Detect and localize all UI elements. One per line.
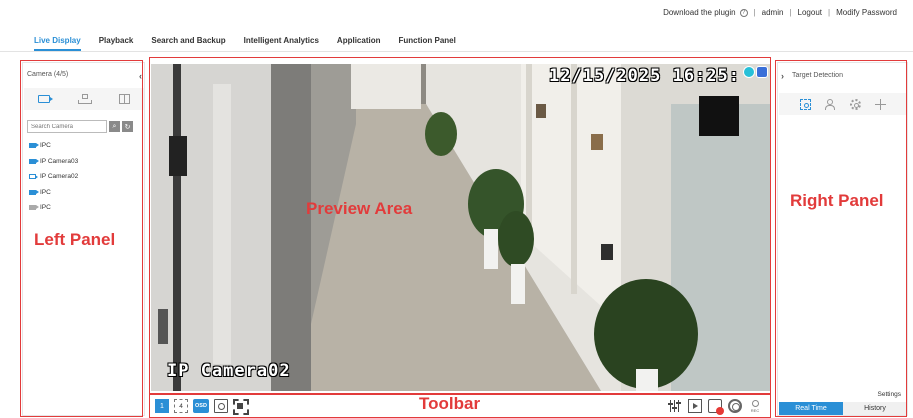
person-detection-icon[interactable] [825, 98, 836, 110]
camera-offline-icon [29, 205, 39, 211]
modify-password-link[interactable]: Modify Password [836, 8, 897, 17]
main-nav: Live Display Playback Search and Backup … [0, 28, 913, 52]
tab-playback[interactable]: Playback [99, 36, 134, 51]
camera-name: IP Camera03 [40, 157, 79, 165]
tab-history[interactable]: History [843, 402, 907, 415]
preview-area-annotation-label: Preview Area [306, 199, 413, 218]
camera-count-header: Camera (4/5) [27, 71, 69, 78]
osd-button[interactable]: OSD [193, 399, 209, 413]
toolbar-right: REC [668, 399, 762, 415]
camera-list-icon[interactable] [38, 95, 54, 103]
camera-list-item[interactable]: IP Camera03 [29, 154, 78, 170]
camera-list-item[interactable]: IPC [29, 200, 78, 216]
preview-area[interactable]: 12/15/2025 16:25: IP Camera02 [151, 64, 770, 391]
ptz-move-icon[interactable] [874, 98, 886, 110]
rec-label: REC [750, 408, 760, 413]
separator: | [828, 8, 831, 17]
camera-list-item[interactable]: IP Camera02 [29, 169, 78, 185]
top-links: Download the plugin ? | admin | Logout |… [663, 8, 897, 17]
separator: | [789, 8, 792, 17]
right-panel: › Target Detection Settings Real Time Hi… [777, 62, 908, 416]
search-status-icon [743, 66, 755, 78]
target-detection-header: Target Detection [792, 72, 843, 79]
tab-application[interactable]: Application [337, 36, 381, 51]
camera-name: IP Camera02 [40, 173, 79, 181]
top-bar: Download the plugin ? | admin | Logout |… [0, 0, 913, 26]
image-ratio-icon[interactable] [214, 399, 228, 413]
left-panel-annotation-label: Left Panel [34, 230, 116, 249]
osd-datetime: 12/15/2025 16:25: [549, 66, 740, 86]
tab-live-display[interactable]: Live Display [34, 36, 81, 51]
camera-feed-image [151, 64, 770, 391]
group-tree-icon[interactable] [78, 94, 93, 104]
single-screen-button[interactable]: 1 [155, 399, 169, 413]
osd-status-icons [743, 66, 768, 78]
help-icon[interactable]: ? [739, 8, 748, 17]
camera-list: IPC IP Camera03 IP Camera02 IPC IPC [29, 138, 78, 216]
right-panel-annotation-label: Right Panel [790, 191, 884, 210]
audio-icon[interactable] [688, 399, 702, 413]
four-screen-layout-button[interactable]: 4 [174, 399, 188, 413]
right-panel-icon-bar [779, 93, 907, 115]
camera-name: IPC [40, 188, 51, 196]
logout-link[interactable]: Logout [798, 8, 822, 17]
camera-status-icon [756, 66, 768, 78]
camera-name: IPC [40, 204, 51, 212]
camera-selected-icon [29, 174, 38, 180]
camera-list-item[interactable]: IPC [29, 138, 78, 154]
camera-list-item[interactable]: IPC [29, 185, 78, 201]
toolbar-annotation-label: Toolbar [419, 394, 481, 413]
right-panel-tabs: Real Time History [779, 402, 907, 415]
camera-search: ⌕ ↻ [27, 120, 133, 133]
camera-name: IPC [40, 142, 51, 150]
refresh-icon[interactable]: ↻ [122, 121, 133, 132]
toolbar-left: 1 4 OSD [155, 399, 247, 413]
separator: | [753, 8, 756, 17]
color-adjust-icon[interactable] [668, 399, 682, 413]
snapshot-all-icon[interactable] [728, 399, 742, 413]
left-panel-icon-bar [24, 88, 144, 110]
record-all-icon[interactable]: REC [748, 399, 762, 413]
search-camera-input[interactable] [27, 120, 107, 133]
camera-online-icon [29, 158, 39, 164]
view-icon[interactable] [118, 94, 130, 104]
settings-gear-icon[interactable] [849, 98, 861, 110]
tab-real-time[interactable]: Real Time [779, 402, 843, 415]
username-label: admin [761, 8, 784, 17]
osd-camera-name: IP Camera02 [167, 361, 291, 381]
search-icon[interactable]: ⌕ [109, 121, 120, 132]
expand-right-icon[interactable]: › [781, 71, 784, 81]
camera-online-icon [29, 189, 39, 195]
nav-tabs: Live Display Playback Search and Backup … [34, 36, 456, 51]
tab-function-panel[interactable]: Function Panel [398, 36, 455, 51]
close-all-preview-icon[interactable] [708, 399, 724, 415]
download-plugin-link[interactable]: Download the plugin [663, 8, 736, 17]
tab-intelligent-analytics[interactable]: Intelligent Analytics [244, 36, 319, 51]
tab-search-and-backup[interactable]: Search and Backup [151, 36, 225, 51]
camera-online-icon [29, 143, 39, 149]
collapse-left-icon[interactable]: ‹ [139, 71, 142, 81]
fullscreen-icon[interactable] [233, 399, 247, 413]
face-detection-icon[interactable] [800, 98, 812, 110]
settings-link[interactable]: Settings [878, 391, 902, 398]
